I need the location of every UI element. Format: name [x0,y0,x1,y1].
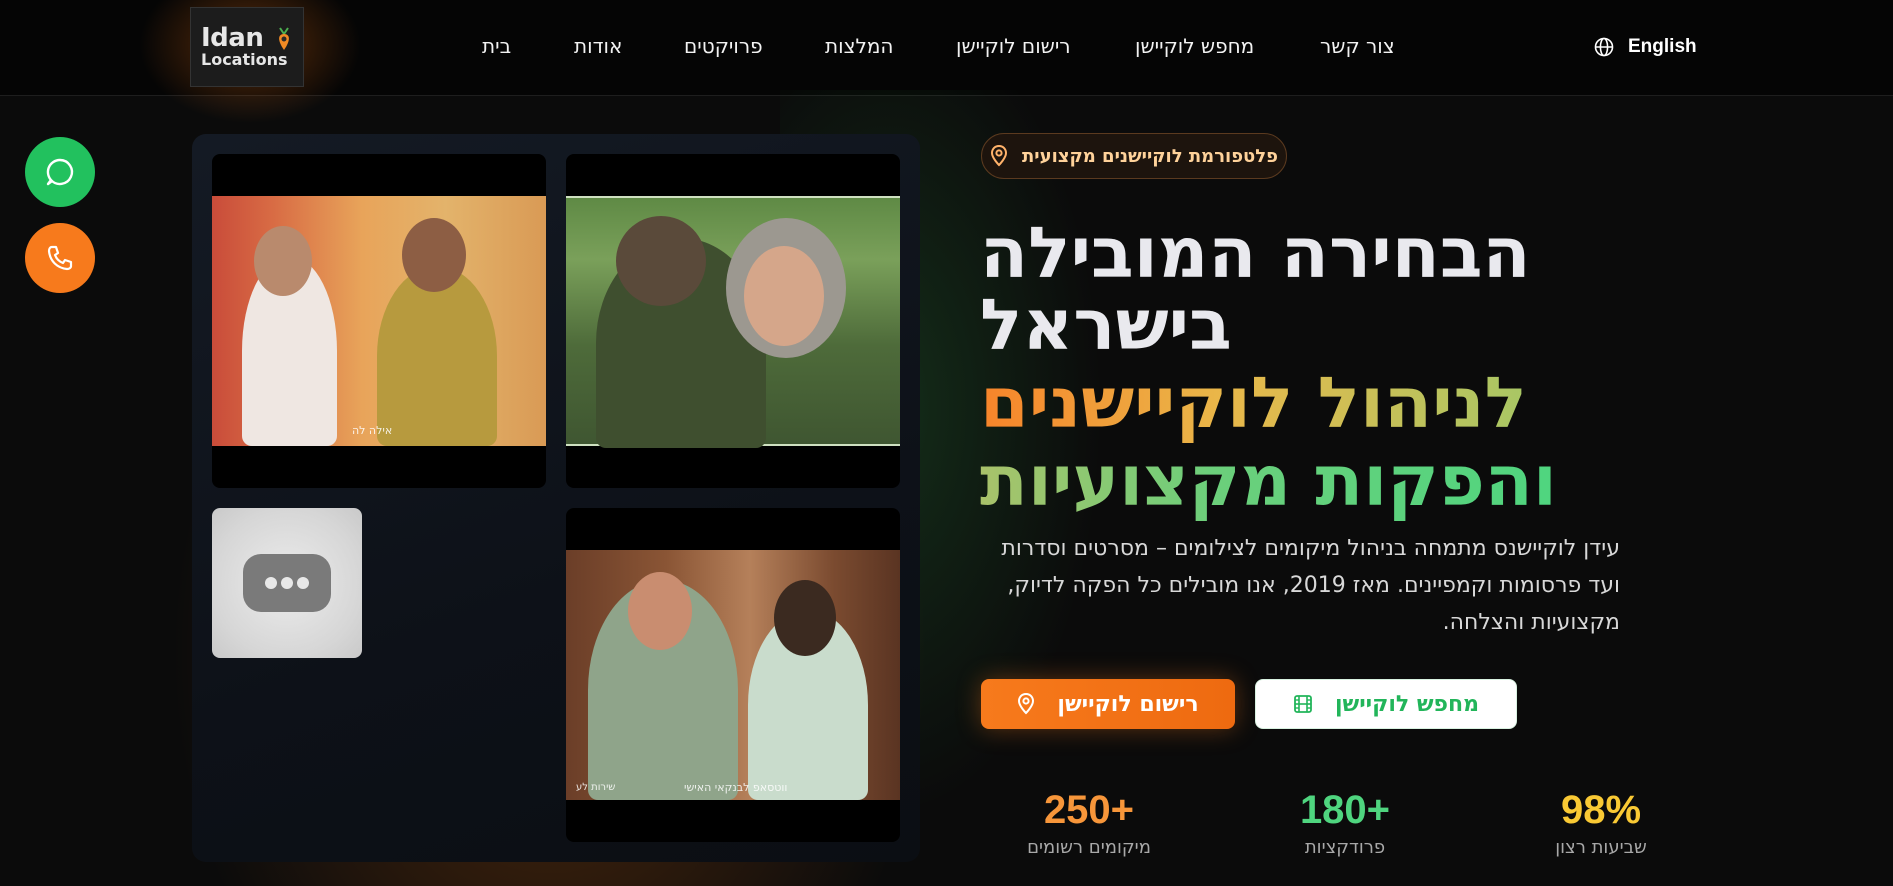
whatsapp-button[interactable] [25,137,95,207]
figure-man [377,266,497,446]
video-placeholder[interactable] [212,508,362,658]
nav-about[interactable]: אודות [574,34,622,64]
video-thumbnail: שירות לע ווטסאפ לבנקאי האישי [566,550,900,800]
more-dots-icon [243,554,331,612]
badge-label: פלטפורמת לוקיישנים מקצועית [1021,145,1279,167]
nav-projects[interactable]: פרויקטים [684,34,763,64]
stat-satisfaction-value: 98% [1560,788,1642,832]
whatsapp-icon [46,158,74,186]
hero-headline-line2: בישראל [980,284,1232,366]
location-pin-icon [990,145,1007,167]
video-thumbnail [566,196,900,448]
phone-button[interactable] [25,223,95,293]
site-logo[interactable]: Idan Locations [190,7,304,87]
nav-home[interactable]: בית [482,34,511,64]
find-location-button[interactable]: מחפש לוקיישן [1255,679,1517,729]
nav-register-location[interactable]: רישום לוקיישן [956,34,1071,64]
nav-find-location[interactable]: מחפש לוקיישן [1135,34,1254,64]
location-pin-icon [1018,693,1035,715]
video-caption: אילה לה [352,424,393,437]
hero-headline-line4: והפקות מקצועיות [980,440,1557,522]
figure-head [774,580,836,656]
platform-badge: פלטפורמת לוקיישנים מקצועית [981,133,1287,179]
stat-locations-label: מיקומים רשומים [1027,837,1151,858]
stat-satisfaction-label: שביעות רצון [1555,837,1647,858]
register-location-label: רישום לוקיישן [1057,691,1199,717]
video-card-1[interactable]: אילה לה [212,154,546,488]
stat-productions-value: 180+ [1299,788,1391,832]
hero-headline-line1: הבחירה המובילה [980,212,1531,294]
nav-contact[interactable]: צור קשר [1320,34,1395,64]
film-icon [1294,695,1312,713]
language-switch[interactable]: English [1594,36,1697,58]
figure-face [744,246,824,346]
nav-testimonials[interactable]: המלצות [825,34,893,64]
figure-head [402,218,466,292]
figure-head [254,226,312,296]
stat-productions-label: פרודקציות [1304,837,1386,858]
stat-satisfaction: 98% שביעות רצון [1501,787,1701,858]
video-card-3[interactable]: שירות לע ווטסאפ לבנקאי האישי [566,508,900,842]
language-label: English [1628,36,1697,57]
register-location-button[interactable]: רישום לוקיישן [981,679,1235,729]
hero-description-line3: מקצועיות והצלחה. [1442,610,1620,635]
logo-text-line2: Locations [201,50,288,69]
hero-description-line2: ועד פרסומות וקמפיינים. מאז 2019, אנו מוב… [1007,573,1620,598]
video-caption-small: שירות לע [576,782,616,793]
stat-productions: 180+ פרודקציות [1245,787,1445,858]
carrot-icon [279,27,289,50]
find-location-label: מחפש לוקיישן [1334,691,1480,717]
figure-head [628,572,692,650]
video-card-2[interactable] [566,154,900,488]
logo-text-line1: Idan [201,23,264,53]
globe-icon [1594,37,1614,57]
stat-locations-value: 250+ [1043,788,1135,832]
site-header: Idan Locations בית אודות פרויקטים המלצות… [0,0,1893,130]
video-caption: ווטסאפ לבנקאי האישי [684,781,788,794]
video-thumbnail: אילה לה [212,196,546,446]
figure-head [616,216,706,306]
hero-headline-line3: לניהול לוקיישנים [980,362,1527,444]
hero-description-line1: עידן לוקיישנס מתמחה בניהול מיקומים לצילו… [1001,536,1620,561]
phone-icon [47,245,73,271]
stat-locations: 250+ מיקומים רשומים [989,787,1189,858]
